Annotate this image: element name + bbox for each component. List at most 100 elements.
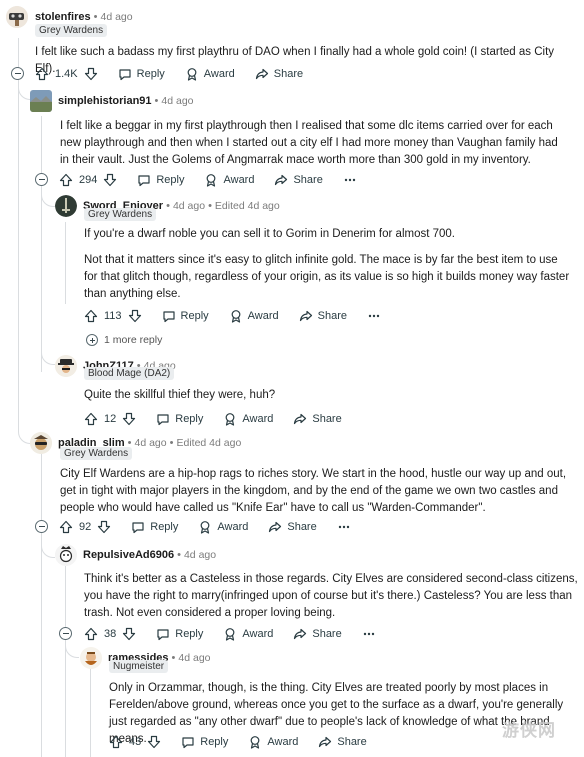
share-button[interactable]: Share	[268, 520, 317, 534]
user-flair: Nugmeister	[109, 660, 169, 673]
comment-text: Think it's better as a Casteless in thos…	[84, 573, 578, 619]
share-button[interactable]: Share	[293, 412, 342, 426]
award-button[interactable]: Award	[223, 627, 273, 641]
downvote-icon[interactable]	[122, 627, 136, 641]
comment-body: I felt like a beggar in my first playthr…	[60, 118, 560, 178]
reply-button[interactable]: Reply	[156, 627, 203, 641]
upvote-icon[interactable]	[35, 67, 49, 81]
award-label: Award	[247, 310, 279, 322]
upvote-icon[interactable]	[84, 627, 98, 641]
share-icon	[318, 735, 332, 749]
downvote-icon[interactable]	[97, 520, 111, 534]
comment-header: RepulsiveAd6906 • 4d ago	[55, 544, 216, 566]
avatar[interactable]	[6, 6, 28, 28]
more-options-button[interactable]	[362, 627, 376, 641]
collapse-thread-button[interactable]	[59, 627, 72, 640]
reply-button[interactable]: Reply	[156, 412, 203, 426]
thread-line[interactable]	[90, 668, 91, 757]
upvote-icon[interactable]	[59, 520, 73, 534]
comment-thread: stolenfires • 4d ago Grey Wardens I felt…	[0, 0, 584, 757]
share-button[interactable]: Share	[255, 67, 303, 81]
share-button[interactable]: Share	[318, 735, 367, 749]
comment-icon	[156, 412, 170, 426]
avatar[interactable]	[30, 90, 52, 112]
avatar[interactable]	[55, 544, 77, 566]
thread-branch	[41, 187, 55, 207]
avatar[interactable]	[55, 195, 77, 217]
vote-count: 38	[104, 628, 117, 640]
reply-button[interactable]: Reply	[118, 67, 165, 81]
award-button[interactable]: Award	[229, 309, 279, 323]
award-label: Award	[242, 413, 274, 425]
more-options-button[interactable]	[337, 520, 351, 534]
award-button[interactable]: Award	[204, 173, 254, 187]
award-icon	[229, 309, 243, 323]
more-options-button[interactable]	[343, 173, 357, 187]
username[interactable]: simplehistorian91	[58, 95, 152, 107]
vote-group: 1.4K	[35, 67, 98, 81]
award-button[interactable]: Award	[223, 412, 273, 426]
award-icon	[248, 735, 262, 749]
upvote-icon[interactable]	[84, 412, 98, 426]
share-button[interactable]: Share	[274, 173, 323, 187]
share-label: Share	[293, 174, 323, 186]
award-button[interactable]: Award	[185, 67, 235, 81]
award-icon	[198, 520, 212, 534]
share-icon	[255, 67, 269, 81]
award-button[interactable]: Award	[198, 520, 248, 534]
reply-button[interactable]: Reply	[181, 735, 228, 749]
comment-icon	[118, 67, 132, 81]
reply-button[interactable]: Reply	[162, 309, 209, 323]
reply-button[interactable]: Reply	[131, 520, 178, 534]
avatar[interactable]	[30, 432, 52, 454]
share-button[interactable]: Share	[299, 309, 347, 323]
comment-actions: 43 Reply Award Share	[109, 732, 367, 752]
plus-icon	[86, 334, 98, 346]
more-replies-link[interactable]: 1 more reply	[86, 334, 162, 346]
share-icon	[299, 309, 313, 323]
reply-button[interactable]: Reply	[137, 173, 184, 187]
user-flair: Blood Mage (DA2)	[84, 367, 175, 380]
comment-icon	[181, 735, 195, 749]
ellipsis-icon	[343, 173, 357, 187]
thread-line[interactable]	[41, 452, 42, 757]
award-button[interactable]: Award	[248, 735, 298, 749]
comment-header: simplehistorian91 • 4d ago	[30, 90, 194, 112]
separator-dot: •	[154, 95, 159, 107]
more-replies-label: 1 more reply	[104, 334, 163, 346]
thread-line[interactable]	[41, 116, 42, 372]
downvote-icon[interactable]	[122, 412, 136, 426]
thread-line[interactable]	[65, 222, 66, 304]
downvote-icon[interactable]	[103, 173, 117, 187]
collapse-thread-button[interactable]	[11, 67, 24, 80]
share-button[interactable]: Share	[293, 627, 342, 641]
vote-count: 1.4K	[55, 68, 78, 80]
upvote-icon[interactable]	[84, 309, 98, 323]
thread-line[interactable]	[18, 38, 19, 418]
avatar[interactable]	[80, 647, 102, 669]
comment-icon	[137, 173, 151, 187]
comment-actions: 38 Reply Award Share	[84, 624, 376, 644]
upvote-icon[interactable]	[59, 173, 73, 187]
award-label: Award	[217, 521, 249, 533]
share-label: Share	[273, 68, 304, 80]
user-flair: Grey Wardens	[35, 24, 108, 37]
collapse-thread-button[interactable]	[35, 173, 48, 186]
thread-branch	[18, 80, 30, 100]
vote-group: 43	[109, 735, 161, 749]
more-options-button[interactable]	[367, 309, 381, 323]
downvote-icon[interactable]	[84, 67, 98, 81]
upvote-icon[interactable]	[109, 735, 123, 749]
collapse-thread-button[interactable]	[35, 520, 48, 533]
vote-group: 113	[84, 309, 142, 323]
share-label: Share	[312, 413, 342, 425]
downvote-icon[interactable]	[147, 735, 161, 749]
username[interactable]: RepulsiveAd6906	[83, 549, 174, 561]
downvote-icon[interactable]	[128, 309, 142, 323]
separator-dot: •	[169, 437, 174, 449]
vote-count: 113	[104, 310, 122, 322]
thread-line[interactable]	[65, 566, 66, 757]
username[interactable]: stolenfires	[35, 11, 91, 23]
avatar[interactable]	[55, 355, 77, 377]
share-icon	[293, 627, 307, 641]
